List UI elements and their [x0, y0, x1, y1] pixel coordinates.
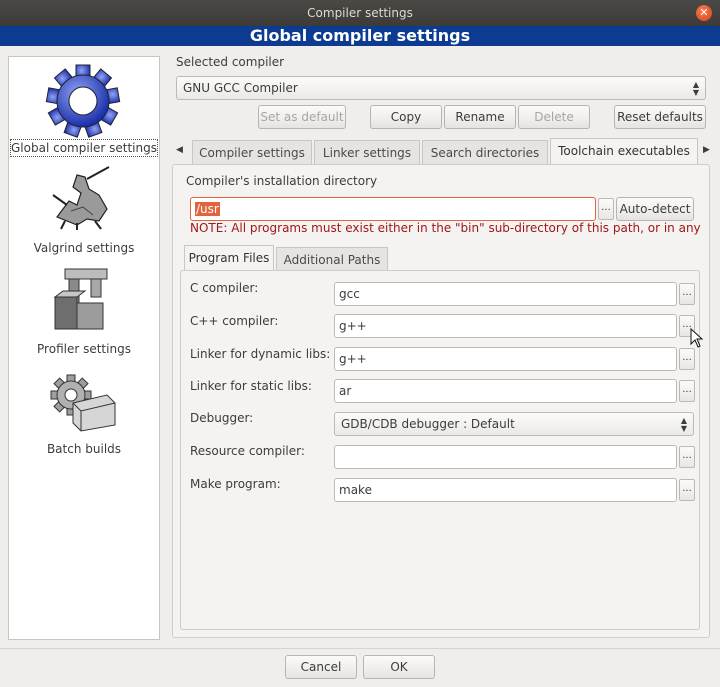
resource-compiler-label: Resource compiler:: [190, 444, 305, 458]
c-compiler-browse-button[interactable]: ...: [679, 283, 695, 305]
mouse-cursor-icon: [690, 328, 704, 348]
caliper-icon: [53, 268, 108, 330]
debugger-select-value: GDB/CDB debugger : Default: [341, 417, 515, 431]
dynamic-linker-input[interactable]: g++: [334, 347, 677, 371]
resource-compiler-input[interactable]: [334, 445, 677, 469]
tab-scroll-right-icon[interactable]: ▶: [703, 145, 710, 155]
install-dir-label: Compiler's installation directory: [186, 174, 378, 188]
gear-icon: [45, 64, 121, 138]
install-dir-note: NOTE: All programs must exist either in …: [190, 221, 701, 235]
static-linker-input[interactable]: ar: [334, 379, 677, 403]
make-program-label: Make program:: [190, 477, 281, 491]
banner-title: Global compiler settings: [249, 26, 471, 45]
compiler-select[interactable]: GNU GCC Compiler ▲ ▼: [176, 76, 706, 100]
reset-defaults-button[interactable]: Reset defaults: [614, 105, 706, 129]
tab-linker-settings[interactable]: Linker settings: [314, 140, 420, 164]
window-titlebar: Compiler settings: [0, 0, 720, 26]
footer-divider: [0, 648, 720, 649]
c-compiler-label: C compiler:: [190, 281, 259, 295]
make-program-input[interactable]: make: [334, 478, 677, 502]
rename-button[interactable]: Rename: [444, 105, 516, 129]
cpp-compiler-label: C++ compiler:: [190, 314, 279, 328]
chevron-down-icon: ▼: [692, 88, 699, 97]
tab-search-directories[interactable]: Search directories: [422, 140, 548, 164]
page-banner: Global compiler settings: [0, 26, 720, 46]
c-compiler-input[interactable]: gcc: [334, 282, 677, 306]
make-program-browse-button[interactable]: ...: [679, 479, 695, 501]
dynamic-linker-browse-button[interactable]: ...: [679, 348, 695, 370]
ok-button[interactable]: OK: [363, 655, 435, 679]
window-title: Compiler settings: [307, 6, 413, 20]
sidebar-item-label[interactable]: Global compiler settings: [10, 139, 158, 157]
selected-compiler-label: Selected compiler: [176, 55, 285, 69]
static-linker-label: Linker for static libs:: [190, 379, 312, 393]
settings-sidebar: Global compiler settings Valgrind settin…: [8, 56, 160, 640]
auto-detect-button[interactable]: Auto-detect: [616, 197, 694, 221]
sidebar-item-label[interactable]: Profiler settings: [9, 342, 159, 356]
set-default-button[interactable]: Set as default: [258, 105, 346, 129]
delete-button[interactable]: Delete: [518, 105, 590, 129]
sidebar-item-label[interactable]: Valgrind settings: [9, 241, 159, 255]
debugger-label: Debugger:: [190, 411, 254, 425]
install-dir-input[interactable]: /usr: [190, 197, 596, 221]
copy-button[interactable]: Copy: [370, 105, 442, 129]
resource-compiler-browse-button[interactable]: ...: [679, 446, 695, 468]
install-dir-value: /usr: [195, 202, 220, 216]
close-button[interactable]: ✕: [696, 5, 712, 21]
sidebar-item-label[interactable]: Batch builds: [9, 442, 159, 456]
knight-icon: [52, 166, 110, 230]
compiler-select-value: GNU GCC Compiler: [183, 81, 298, 95]
dynamic-linker-label: Linker for dynamic libs:: [190, 347, 331, 361]
install-dir-browse-button[interactable]: ...: [598, 198, 614, 220]
chevron-down-icon: ▼: [680, 424, 687, 433]
tab-scroll-left-icon[interactable]: ◀: [176, 145, 183, 155]
close-icon: ✕: [699, 6, 709, 19]
tab-program-files[interactable]: Program Files: [184, 245, 274, 271]
tab-additional-paths[interactable]: Additional Paths: [276, 247, 388, 271]
gear-box-icon: [50, 374, 116, 432]
cpp-compiler-input[interactable]: g++: [334, 314, 677, 338]
cancel-button[interactable]: Cancel: [285, 655, 357, 679]
static-linker-browse-button[interactable]: ...: [679, 380, 695, 402]
tab-toolchain-executables[interactable]: Toolchain executables: [550, 138, 698, 164]
debugger-select[interactable]: GDB/CDB debugger : Default ▲ ▼: [334, 412, 694, 436]
tab-compiler-settings[interactable]: Compiler settings: [192, 140, 312, 164]
